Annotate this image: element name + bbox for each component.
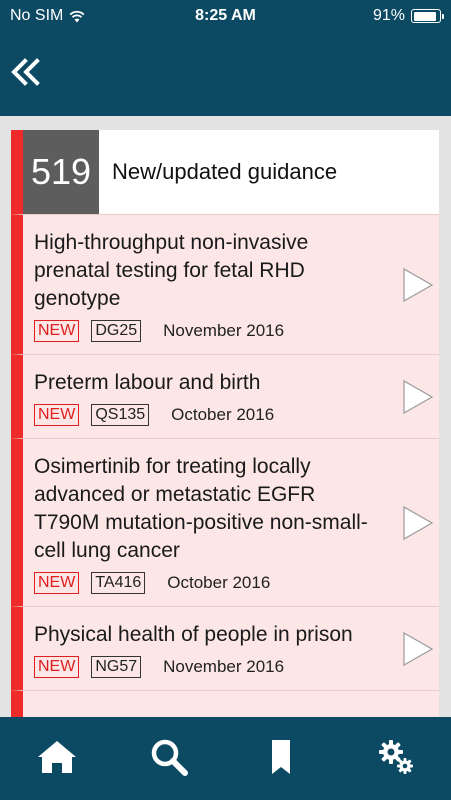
guidance-item[interactable]: High-throughput non-invasive prenatal te…: [11, 214, 439, 354]
chevron-right-icon: [403, 631, 433, 666]
new-badge: NEW: [34, 656, 80, 678]
guidance-code: DG25: [91, 320, 142, 342]
guidance-title: Preterm labour and birth: [34, 371, 261, 394]
guidance-header-card: 519 New/updated guidance: [11, 130, 439, 214]
chevron-right-icon: [403, 379, 433, 414]
guidance-code: TA416: [91, 572, 146, 594]
guidance-date: November 2016: [163, 657, 285, 676]
guidance-item[interactable]: Preterm labour and birth NEW QS135 Octob…: [11, 354, 439, 438]
battery-percent: 91%: [372, 7, 405, 24]
guidance-title: Osimertinib for treating locally advance…: [34, 455, 368, 562]
guidance-date: October 2016: [171, 405, 275, 424]
guidance-list: High-throughput non-invasive prenatal te…: [11, 214, 439, 717]
battery-status: 91%: [372, 7, 444, 25]
new-badge: NEW: [34, 572, 80, 594]
guidance-meta: NEW TA416 October 2016: [34, 572, 381, 594]
bookmark-icon: [272, 740, 290, 774]
guidance-count: 519: [23, 130, 99, 214]
search-icon: [151, 739, 188, 776]
new-badge: NEW: [34, 320, 80, 342]
chevron-right-icon: [403, 505, 433, 540]
home-icon: [38, 741, 76, 773]
battery-icon: [411, 9, 444, 23]
guidance-list-screen: 519 New/updated guidance High-throughput…: [0, 116, 451, 717]
settings-icon: [379, 740, 413, 774]
back-button[interactable]: [8, 54, 44, 90]
accent-strip: [11, 130, 23, 214]
guidance-item[interactable]: Osimertinib for treating locally advance…: [11, 438, 439, 606]
guidance-title: High-throughput non-invasive prenatal te…: [34, 231, 309, 310]
guidance-item-partial[interactable]: [11, 690, 439, 717]
double-chevron-left-icon: [11, 58, 40, 86]
tab-search[interactable]: [147, 735, 191, 779]
guidance-code: QS135: [91, 404, 150, 426]
guidance-item[interactable]: Physical health of people in prison NEW …: [11, 606, 439, 690]
tab-bar: [0, 717, 451, 800]
guidance-title: Physical health of people in prison: [34, 623, 353, 646]
guidance-code: NG57: [91, 656, 142, 678]
tab-settings[interactable]: [374, 735, 418, 779]
guidance-meta: NEW NG57 November 2016: [34, 656, 381, 678]
guidance-date: November 2016: [163, 321, 285, 340]
chevron-right-icon: [403, 267, 433, 302]
battery-fill: [413, 11, 437, 21]
guidance-meta: NEW DG25 November 2016: [34, 320, 381, 342]
section-title: New/updated guidance: [112, 159, 338, 184]
tab-home[interactable]: [35, 735, 79, 779]
guidance-date: October 2016: [167, 573, 271, 592]
tab-bookmarks[interactable]: [259, 735, 303, 779]
status-bar: No SIM 8:25 AM 91%: [0, 0, 451, 36]
guidance-meta: NEW QS135 October 2016: [34, 404, 381, 426]
nav-bar: [0, 36, 451, 116]
new-badge: NEW: [34, 404, 80, 426]
